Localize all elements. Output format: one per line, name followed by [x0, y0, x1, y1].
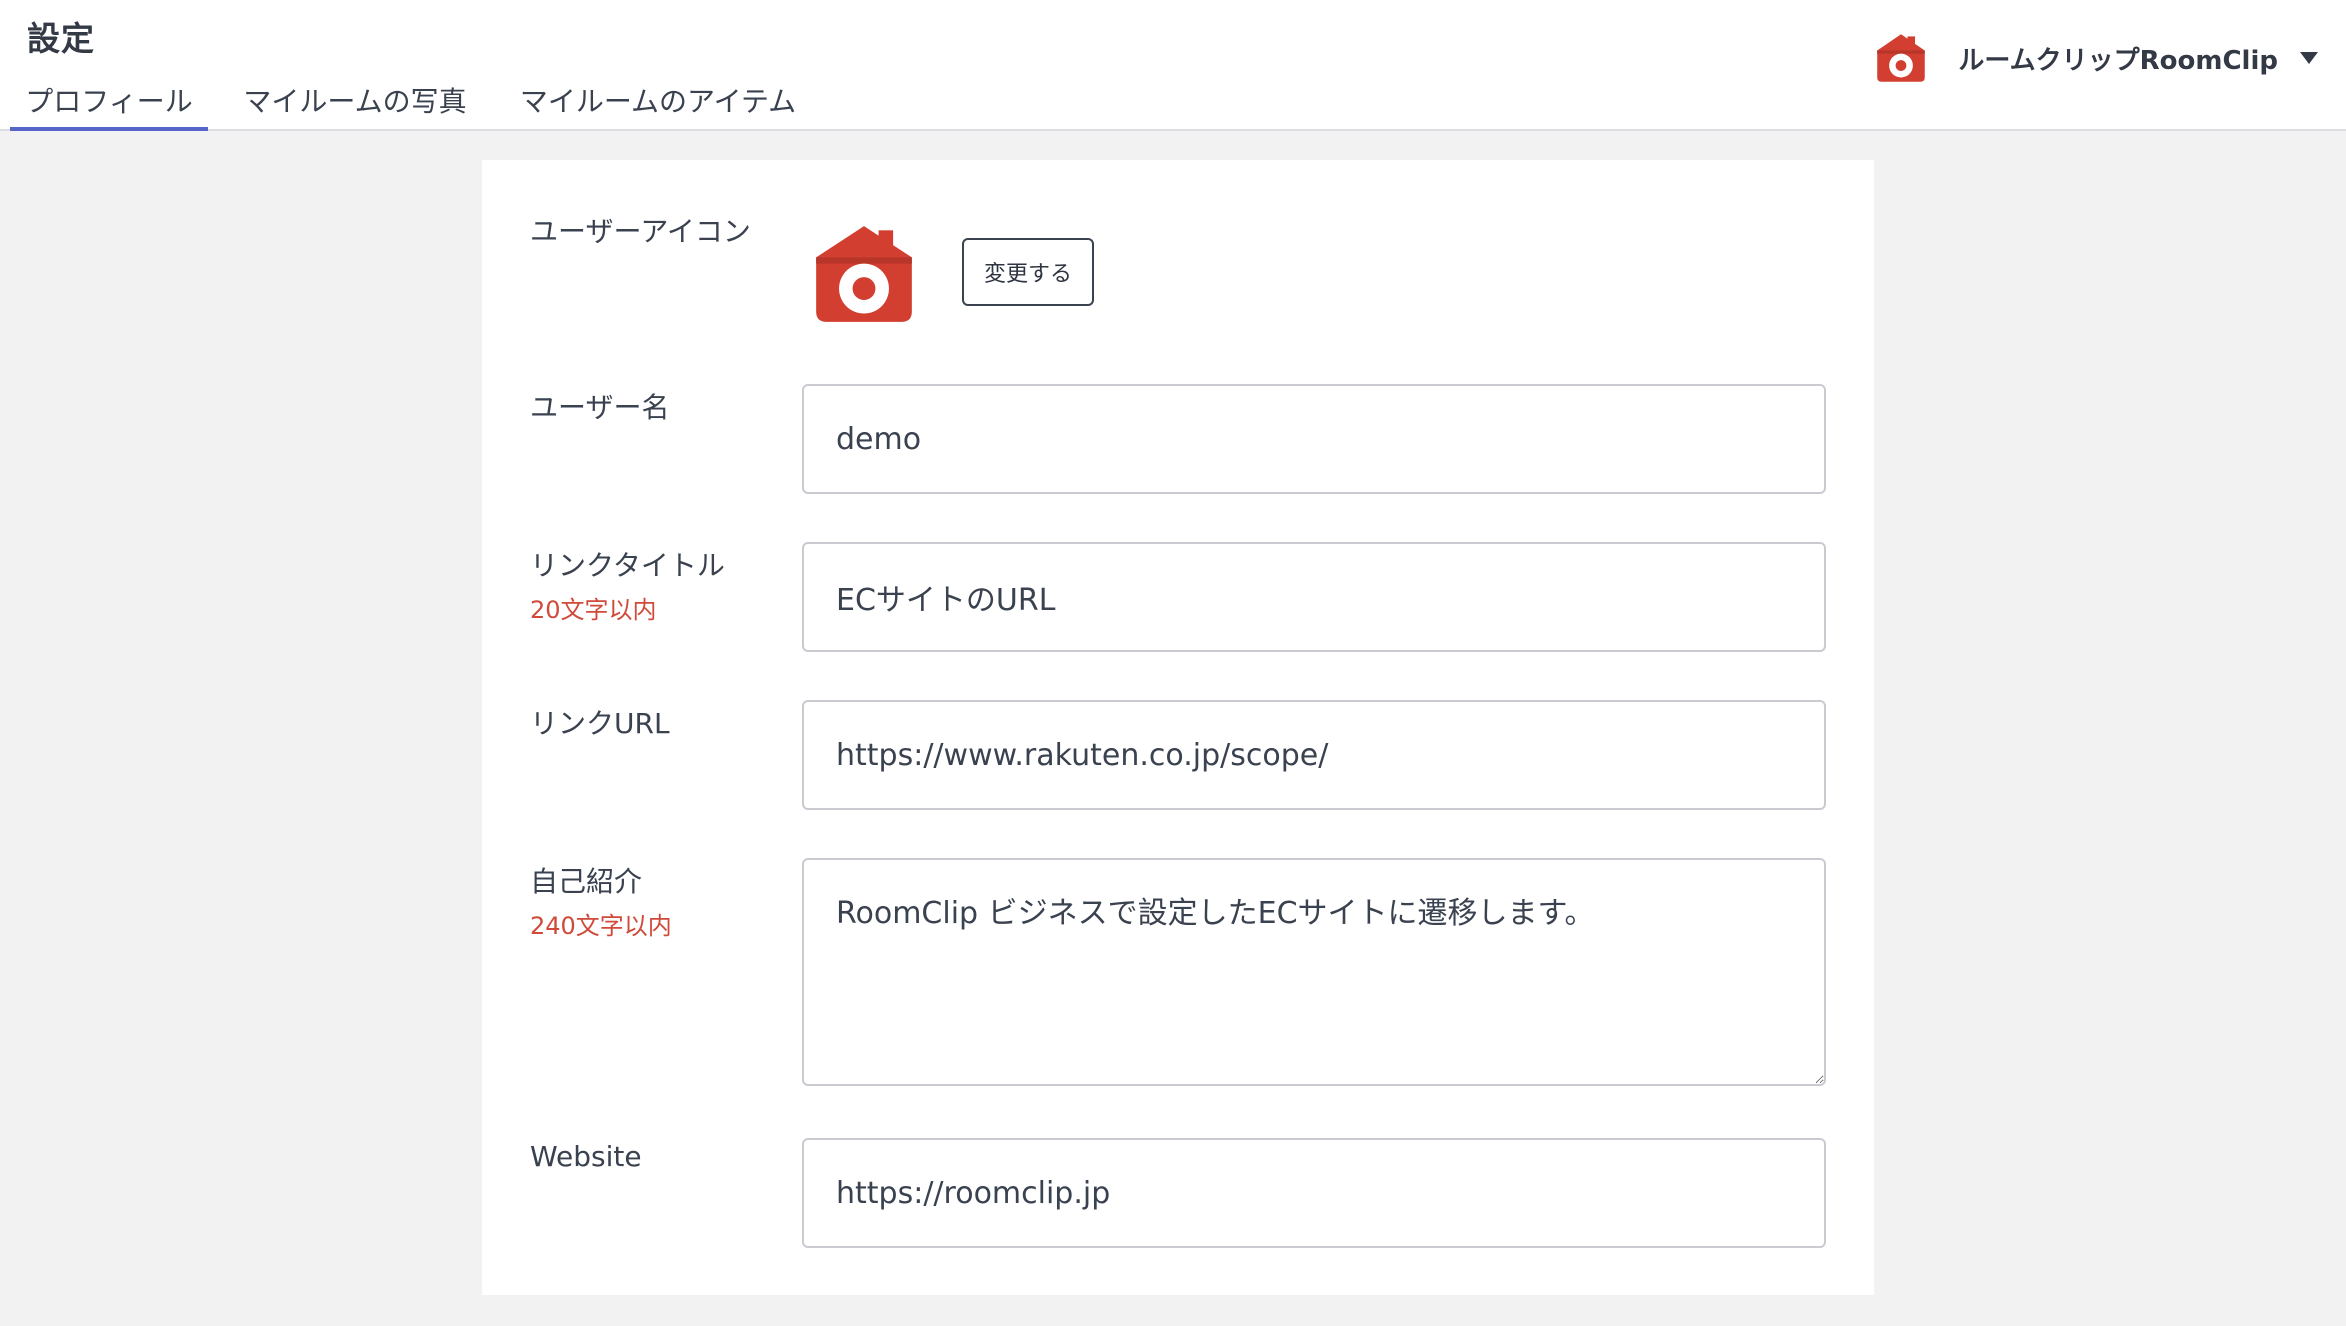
tab-profile[interactable]: プロフィール — [10, 80, 208, 131]
roomclip-house-camera-icon — [1877, 34, 1926, 82]
tab-my-room-items[interactable]: マイルームのアイテム — [508, 80, 808, 131]
tab-my-room-photos[interactable]: マイルームの写真 — [240, 80, 470, 131]
profile-form: ユーザーアイコン 変更する ユーザー名 リンクタイトル 20文字以内 リンクUR… — [482, 160, 1874, 1295]
link-url-input[interactable] — [802, 700, 1826, 810]
username-input[interactable] — [802, 384, 1826, 494]
user-icon-label: ユーザーアイコン — [530, 215, 751, 248]
link-title-limit-note: 20文字以内 — [530, 596, 657, 624]
account-menu[interactable]: ルームクリップRoomClip — [1874, 30, 2318, 86]
roomclip-house-camera-icon — [816, 226, 912, 322]
settings-header: 設定 プロフィール マイルームの写真 マイルームのアイテム ルームクリップRoo… — [0, 0, 2346, 131]
change-icon-button[interactable]: 変更する — [962, 238, 1094, 306]
link-title-label: リンクタイトル — [530, 549, 725, 582]
website-label: Website — [530, 1140, 642, 1173]
username-label: ユーザー名 — [530, 391, 670, 424]
bio-label: 自己紹介 — [530, 865, 643, 898]
caret-down-icon[interactable] — [2300, 52, 2318, 64]
website-input[interactable] — [802, 1138, 1826, 1248]
bio-textarea[interactable]: RoomClip ビジネスで設定したECサイトに遷移します。 — [802, 858, 1826, 1086]
link-title-input[interactable] — [802, 542, 1826, 652]
page-title: 設定 — [27, 19, 95, 58]
account-name: ルームクリップRoomClip — [1958, 45, 2278, 76]
bio-limit-note: 240文字以内 — [530, 912, 672, 940]
link-url-label: リンクURL — [530, 707, 670, 740]
